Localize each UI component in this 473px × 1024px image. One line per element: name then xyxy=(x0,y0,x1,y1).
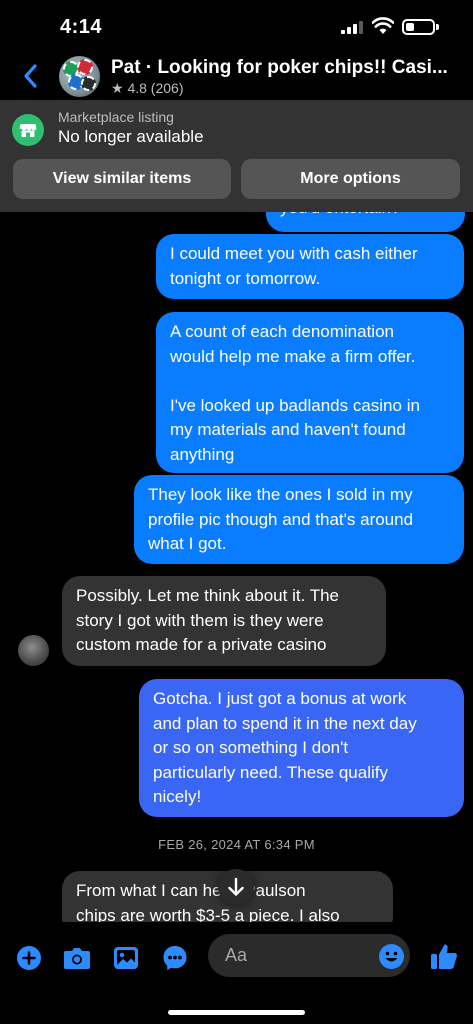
conversation-title[interactable]: Pat · Looking for poker chips!! Casi... xyxy=(111,57,461,79)
thumbs-up-icon[interactable] xyxy=(430,942,458,971)
battery-icon xyxy=(402,19,439,35)
conversation-header: Pat · Looking for poker chips!! Casi... … xyxy=(0,52,473,100)
message-outgoing[interactable]: I could meet you with cash either tonigh… xyxy=(156,234,464,299)
home-indicator xyxy=(168,1010,305,1015)
scroll-to-bottom-button[interactable] xyxy=(218,869,254,905)
status-bar: 4:14 xyxy=(0,0,473,52)
message-thread[interactable]: you'd entertain? I could meet you with c… xyxy=(0,212,473,922)
message-outgoing[interactable]: They look like the ones I sold in my pro… xyxy=(134,475,464,564)
arrow-down-icon xyxy=(228,877,244,896)
message-outgoing[interactable]: A count of each denomination would help … xyxy=(156,312,464,473)
plus-circle-icon[interactable] xyxy=(17,946,41,970)
wifi-icon xyxy=(372,17,394,34)
message-incoming[interactable]: Possibly. Let me think about it. The sto… xyxy=(62,576,386,666)
message-outgoing[interactable]: Gotcha. I just got a bonus at work and p… xyxy=(139,679,464,817)
message-outgoing[interactable]: you'd entertain? xyxy=(266,212,465,232)
more-options-button[interactable]: More options xyxy=(241,159,460,199)
cellular-signal-icon xyxy=(341,21,363,34)
date-separator: FEB 26, 2024 AT 6:34 PM xyxy=(158,837,315,852)
seller-rating: ★ 4.8 (206) xyxy=(111,80,184,96)
messenger-icon[interactable] xyxy=(162,945,188,971)
sender-avatar[interactable] xyxy=(18,635,49,666)
marketplace-store-icon xyxy=(12,114,44,146)
photo-gallery-icon[interactable] xyxy=(113,946,139,970)
listing-status: No longer available xyxy=(58,127,204,146)
seller-avatar[interactable] xyxy=(59,56,100,97)
camera-icon[interactable] xyxy=(63,946,91,970)
status-time: 4:14 xyxy=(60,16,103,38)
emoji-icon[interactable] xyxy=(379,944,404,969)
message-composer: Aa xyxy=(0,922,473,1024)
message-input-placeholder: Aa xyxy=(225,945,248,965)
view-similar-items-button[interactable]: View similar items xyxy=(13,159,231,199)
back-chevron-icon[interactable] xyxy=(18,60,44,92)
listing-label: Marketplace listing xyxy=(58,109,174,125)
